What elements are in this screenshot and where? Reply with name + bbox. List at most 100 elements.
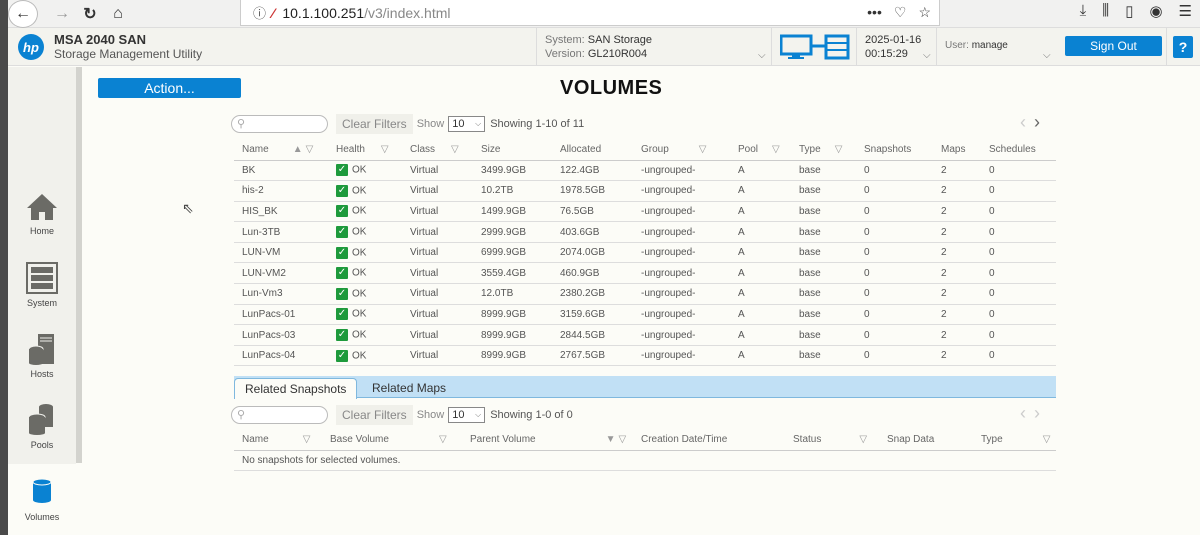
header-label: Name xyxy=(242,144,269,156)
reload-button[interactable]: ↻ xyxy=(78,2,102,26)
column-header-name[interactable]: Name ▽ xyxy=(234,430,322,451)
column-header-status[interactable]: Status ▽ xyxy=(785,430,879,451)
volume-row[interactable]: LunPacs-04 ✓ OK Virtual 8999.9GB 2767.5GB -ung… xyxy=(234,345,1056,367)
system-info[interactable]: System: SAN Storage Version: GL210R004 xyxy=(545,33,652,61)
volume-row[interactable]: LunPacs-03 ✓ OK Virtual 8999.9GB 2844.5GB -ung… xyxy=(234,324,1056,346)
filter-icon[interactable]: ▽ xyxy=(439,434,447,445)
volume-row[interactable]: LunPacs-01 ✓ OK Virtual 8999.9GB 3159.6GB -ung… xyxy=(234,304,1056,326)
snapshots-page-size-select[interactable]: 10 ⌵ xyxy=(448,407,486,423)
library-icon[interactable]: ⫼ xyxy=(1102,2,1109,20)
menu-icon[interactable]: ☰ xyxy=(1179,2,1192,20)
info-icon[interactable]: ⓘ xyxy=(253,3,266,22)
sidebar-item-volumes[interactable]: Volumes xyxy=(8,464,76,535)
header-divider xyxy=(936,28,937,66)
column-header-type[interactable]: Type ▽ xyxy=(791,140,856,161)
volume-row[interactable]: LUN-VM ✓ OK Virtual 6999.9GB 2074.0GB -ungroup… xyxy=(234,242,1056,264)
page-actions-button[interactable]: ••• xyxy=(867,4,882,21)
header-label: Parent Volume xyxy=(470,434,536,446)
tab-related-maps[interactable]: Related Maps xyxy=(362,378,456,398)
filter-icon[interactable]: ▽ xyxy=(699,144,707,155)
column-header-pool[interactable]: Pool ▽ xyxy=(730,140,791,161)
filter-icon[interactable]: ▽ xyxy=(619,434,627,445)
volume-row[interactable]: his-2 ✓ OK Virtual 10.2TB 1978.5GB -ungrouped-… xyxy=(234,180,1056,202)
sort-desc-icon[interactable]: ▼ xyxy=(606,434,616,445)
cell-pool: A xyxy=(730,160,791,182)
column-header-health[interactable]: Health ▽ xyxy=(328,140,402,161)
filter-icon[interactable]: ▽ xyxy=(451,144,459,155)
header-label: Schedules xyxy=(989,144,1036,156)
volume-row[interactable]: BK ✓ OK Virtual 3499.9GB 122.4GB -ungrouped- Ab… xyxy=(234,160,1056,182)
column-header-size[interactable]: Size xyxy=(473,140,552,161)
snapshots-search-input[interactable]: ⚲ xyxy=(231,406,328,424)
header-label: Allocated xyxy=(560,144,602,156)
downloads-icon[interactable]: ⤓ xyxy=(1080,2,1087,20)
sidebar-item-system[interactable]: System xyxy=(8,262,76,308)
bookmark-star-icon[interactable]: ☆ xyxy=(918,4,931,21)
datetime-chevron-down-icon[interactable]: ⌵ xyxy=(923,50,931,61)
cell-pool: A xyxy=(730,345,791,367)
sign-out-button[interactable]: Sign Out xyxy=(1065,36,1162,56)
column-header-schedules[interactable]: Schedules xyxy=(981,140,1056,161)
filter-icon[interactable]: ▽ xyxy=(381,144,389,155)
action-button[interactable]: Action... xyxy=(98,78,241,98)
sidebar-scrollbar[interactable] xyxy=(76,67,82,463)
sidebar-item-home[interactable]: Home xyxy=(8,192,76,236)
sort-asc-icon[interactable]: ▲ xyxy=(293,144,303,155)
column-header-group[interactable]: Group ▽ xyxy=(633,140,730,161)
cell-name: Lun-Vm3 xyxy=(234,283,328,305)
column-header-name[interactable]: Name ▲ ▽ xyxy=(234,140,328,161)
snapshots-clear-filters-button[interactable]: Clear Filters xyxy=(336,405,413,425)
insecure-lock-icon[interactable]: ⁄ xyxy=(272,5,274,21)
cell-snapshots: 0 xyxy=(856,201,933,223)
cell-snapshots: 0 xyxy=(856,304,933,326)
next-page-icon[interactable]: › xyxy=(1034,403,1040,424)
next-page-icon[interactable]: › xyxy=(1034,112,1040,133)
pocket-icon[interactable]: ♡ xyxy=(894,4,907,21)
sidebar-toggle-icon[interactable]: ▯ xyxy=(1125,2,1133,20)
column-header-creation-date[interactable]: Creation Date/Time xyxy=(633,430,785,451)
column-header-parent-volume[interactable]: Parent Volume ▼ ▽ xyxy=(462,430,633,451)
volumes-clear-filters-button[interactable]: Clear Filters xyxy=(336,114,413,134)
ok-check-icon: ✓ xyxy=(336,329,348,342)
tab-related-snapshots[interactable]: Related Snapshots xyxy=(234,378,358,399)
volumes-page-size-select[interactable]: 10 ⌵ xyxy=(448,116,486,132)
user-info[interactable]: User: manage xyxy=(945,40,1008,51)
connection-icon[interactable] xyxy=(780,34,856,60)
forward-button[interactable]: → xyxy=(50,2,74,26)
column-header-snap-data[interactable]: Snap Data xyxy=(879,430,973,451)
filter-icon[interactable]: ▽ xyxy=(772,144,780,155)
user-chevron-down-icon[interactable]: ⌵ xyxy=(1043,50,1051,61)
column-header-maps[interactable]: Maps xyxy=(933,140,981,161)
sidebar-item-pools[interactable]: Pools xyxy=(8,404,76,450)
filter-icon[interactable]: ▽ xyxy=(835,144,843,155)
health-status: OK xyxy=(352,164,367,176)
back-button[interactable]: ← xyxy=(8,0,38,28)
column-header-type[interactable]: Type ▽ xyxy=(973,430,1056,451)
column-header-base-volume[interactable]: Base Volume ▽ xyxy=(322,430,462,451)
volume-row[interactable]: Lun-Vm3 ✓ OK Virtual 12.0TB 2380.2GB -ungroupe… xyxy=(234,283,1056,305)
sidebar-item-hosts[interactable]: Hosts xyxy=(8,333,76,379)
system-chevron-down-icon[interactable]: ⌵ xyxy=(758,50,766,61)
cell-type: base xyxy=(791,262,856,285)
volumes-search-input[interactable]: ⚲ xyxy=(231,115,328,133)
system-icon xyxy=(26,262,58,294)
help-button[interactable]: ? xyxy=(1173,36,1193,58)
cell-size: 10.2TB xyxy=(473,180,552,202)
column-header-snapshots[interactable]: Snapshots xyxy=(856,140,933,161)
home-button[interactable]: ⌂ xyxy=(106,2,130,26)
filter-icon[interactable]: ▽ xyxy=(306,144,314,155)
column-header-allocated[interactable]: Allocated xyxy=(552,140,633,161)
volume-row[interactable]: HIS_BK ✓ OK Virtual 1499.9GB 76.5GB -ungrouped… xyxy=(234,201,1056,223)
volume-row[interactable]: Lun-3TB ✓ OK Virtual 2999.9GB 403.6GB -ungroup… xyxy=(234,221,1056,243)
sidebar-label: Home xyxy=(29,226,54,236)
filter-icon[interactable]: ▽ xyxy=(303,434,311,445)
prev-page-icon[interactable]: ‹ xyxy=(1020,112,1026,133)
filter-icon[interactable]: ▽ xyxy=(859,434,867,445)
address-bar[interactable]: ⓘ ⁄ 10.1.100.251 /v3/index.html ••• ♡ ☆ xyxy=(240,0,940,26)
volume-row[interactable]: LUN-VM2 ✓ OK Virtual 3559.4GB 460.9GB -ungroup… xyxy=(234,262,1056,285)
account-icon[interactable]: ◉ xyxy=(1149,2,1162,20)
date-time[interactable]: 2025-01-16 00:15:29 xyxy=(865,33,921,61)
prev-page-icon[interactable]: ‹ xyxy=(1020,403,1026,424)
filter-icon[interactable]: ▽ xyxy=(1043,434,1051,445)
column-header-class[interactable]: Class ▽ xyxy=(402,140,473,161)
